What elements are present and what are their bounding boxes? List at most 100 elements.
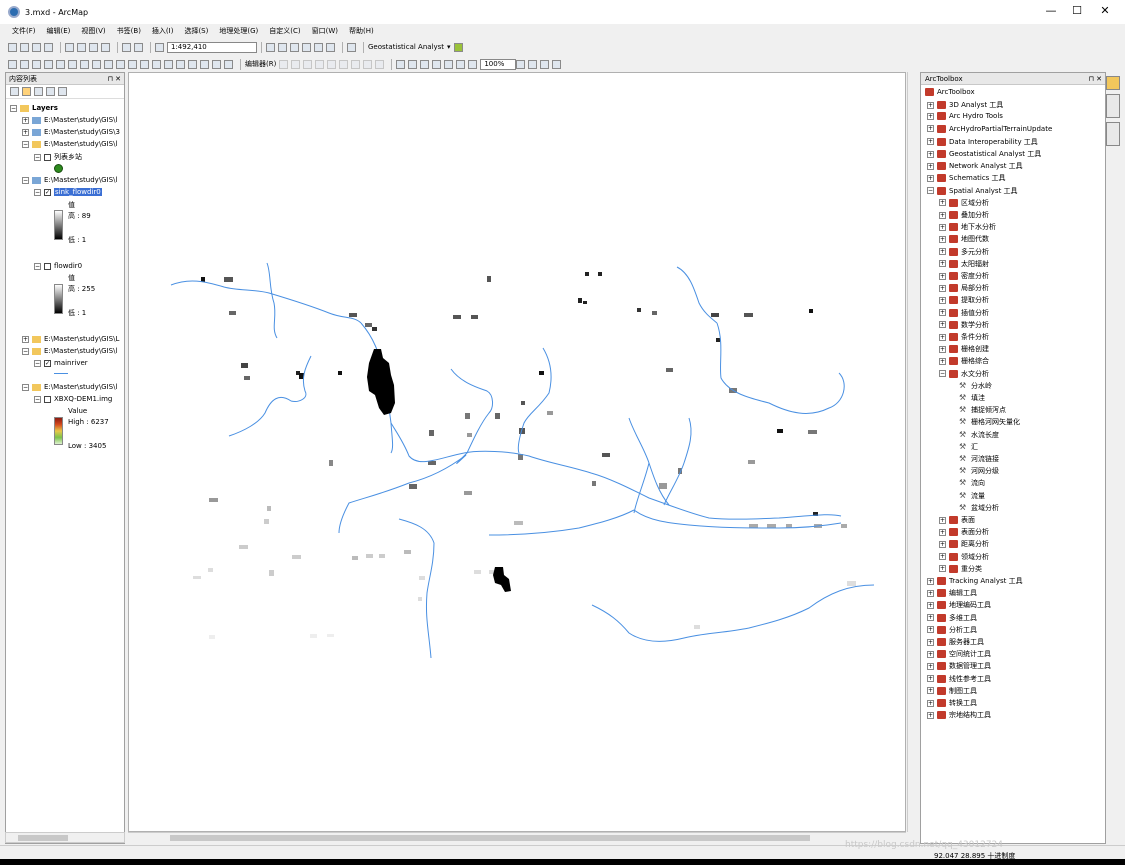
expand-icon[interactable]: + xyxy=(927,112,934,120)
editor-toolbar-icon[interactable] xyxy=(266,42,275,52)
zoom-out-icon[interactable] xyxy=(20,59,29,69)
expand-icon[interactable]: + xyxy=(927,150,934,158)
layout-forward-icon[interactable] xyxy=(468,59,478,69)
collapse-icon[interactable]: − xyxy=(34,153,41,161)
expand-icon[interactable]: + xyxy=(927,699,934,707)
toolbox-item[interactable]: + 制图工具 xyxy=(927,686,977,696)
redo-icon[interactable] xyxy=(134,42,143,52)
expand-icon[interactable]: + xyxy=(927,162,934,170)
select-features-icon[interactable] xyxy=(104,59,113,69)
html-popup-icon[interactable] xyxy=(164,59,173,69)
expand-icon[interactable]: + xyxy=(939,272,946,280)
toolbox-item[interactable]: − Spatial Analyst 工具 xyxy=(927,186,1018,196)
visibility-checkbox[interactable]: ✓ xyxy=(44,188,51,196)
hyperlink-icon[interactable] xyxy=(152,59,161,69)
expand-icon[interactable]: + xyxy=(939,260,946,268)
expand-icon[interactable]: + xyxy=(939,345,946,353)
hydrology-tool[interactable]: ⚒ 河网分级 xyxy=(959,466,999,476)
toolset-item[interactable]: + 栅格综合 xyxy=(939,356,989,366)
hydrology-tool[interactable]: ⚒ 栅格河网矢量化 xyxy=(959,417,1020,427)
toolset-item[interactable]: + 密度分析 xyxy=(939,271,989,281)
expand-icon[interactable]: + xyxy=(927,614,934,622)
change-layout-icon[interactable] xyxy=(540,59,550,69)
expand-icon[interactable]: + xyxy=(22,335,29,343)
cut-icon[interactable] xyxy=(65,42,74,52)
collapse-icon[interactable]: − xyxy=(22,140,29,148)
toolset-item[interactable]: + 局部分析 xyxy=(939,283,989,293)
toolset-item[interactable]: + 距离分析 xyxy=(939,539,989,549)
hydrology-tool[interactable]: ⚒ 捕捉倾泻点 xyxy=(959,405,1006,415)
expand-icon[interactable]: + xyxy=(939,516,946,524)
collapse-icon[interactable]: − xyxy=(939,370,946,378)
close-button[interactable]: ✕ xyxy=(1090,4,1120,17)
options-icon[interactable] xyxy=(58,87,67,96)
scroll-thumb[interactable] xyxy=(170,835,810,841)
toolset-item[interactable]: + 太阳辐射 xyxy=(939,259,989,269)
expand-icon[interactable]: + xyxy=(939,357,946,365)
layers-root[interactable]: − Layers xyxy=(10,104,58,112)
expand-icon[interactable]: + xyxy=(939,553,946,561)
menu-bookmarks[interactable]: 书签(B) xyxy=(117,26,141,36)
collapse-icon[interactable]: − xyxy=(927,187,934,195)
toc-layer-group[interactable]: − E:\Master\study\GIS\l xyxy=(22,140,117,148)
fixed-zoom-out-icon[interactable] xyxy=(68,59,77,69)
menu-insert[interactable]: 插入(I) xyxy=(152,26,174,36)
expand-icon[interactable]: + xyxy=(939,528,946,536)
toolbox-icon[interactable] xyxy=(314,42,323,52)
layout-pan-icon[interactable] xyxy=(420,59,430,69)
toolbox-item[interactable]: + Data Interoperability 工具 xyxy=(927,137,1038,147)
toc-layer-group[interactable]: + E:\Master\study\GIS\l xyxy=(22,116,117,124)
toolbox-item[interactable]: + 多维工具 xyxy=(927,613,977,623)
expand-icon[interactable]: + xyxy=(22,128,29,136)
expand-icon[interactable]: + xyxy=(939,333,946,341)
menu-view[interactable]: 视图(V) xyxy=(81,26,105,36)
toolbox-item[interactable]: + 宗地结构工具 xyxy=(927,710,991,720)
menu-file[interactable]: 文件(F) xyxy=(12,26,36,36)
toc-layer-group[interactable]: + E:\Master\study\GIS\3 xyxy=(22,128,120,136)
measure-icon[interactable] xyxy=(176,59,185,69)
toolset-item[interactable]: + 领域分析 xyxy=(939,552,989,562)
visibility-checkbox[interactable] xyxy=(44,262,51,270)
maximize-button[interactable]: ☐ xyxy=(1062,4,1092,17)
model-builder-icon[interactable] xyxy=(347,42,356,52)
list-by-drawing-order-icon[interactable] xyxy=(10,87,19,96)
toc-layer-group[interactable]: − E:\Master\study\GIS\l xyxy=(22,383,117,391)
toolbox-item[interactable]: +3D Analyst 工具 xyxy=(927,100,1003,110)
menu-geoprocessing[interactable]: 地理处理(G) xyxy=(219,26,258,36)
toolbox-item[interactable]: + Tracking Analyst 工具 xyxy=(927,576,1023,586)
layout-zoom-in-icon[interactable] xyxy=(396,59,406,69)
toolset-item[interactable]: + 表面分析 xyxy=(939,527,989,537)
menu-edit[interactable]: 编辑(E) xyxy=(47,26,71,36)
new-document-icon[interactable] xyxy=(8,42,17,52)
expand-icon[interactable]: + xyxy=(939,321,946,329)
toolbox-item[interactable]: + 数据管理工具 xyxy=(927,661,991,671)
expand-icon[interactable]: + xyxy=(939,540,946,548)
expand-icon[interactable]: + xyxy=(939,309,946,317)
toolbox-root[interactable]: ArcToolbox xyxy=(925,88,975,96)
toolset-item[interactable]: + 提取分析 xyxy=(939,295,989,305)
delete-icon[interactable] xyxy=(101,42,110,52)
undo-icon[interactable] xyxy=(122,42,131,52)
fixed-zoom-in-icon[interactable] xyxy=(56,59,65,69)
hydrology-tool[interactable]: ⚒ 盆域分析 xyxy=(959,503,999,513)
editor-menu[interactable]: 编辑器(R) xyxy=(245,59,276,69)
trace-icon[interactable] xyxy=(327,59,337,69)
expand-icon[interactable]: + xyxy=(927,687,934,695)
hydrology-tool[interactable]: ⚒ 流量 xyxy=(959,491,985,501)
menu-selection[interactable]: 选择(S) xyxy=(184,26,208,36)
map-horizontal-scrollbar[interactable] xyxy=(128,832,906,843)
pan-icon[interactable] xyxy=(32,59,41,69)
end-point-arc-icon[interactable] xyxy=(315,59,325,69)
toc-scrollbar[interactable] xyxy=(5,832,125,843)
map-scale-select[interactable]: 1:492,410 xyxy=(167,41,257,53)
edit-tool-icon[interactable] xyxy=(279,59,289,69)
search-tab[interactable] xyxy=(1106,122,1120,146)
save-icon[interactable] xyxy=(32,42,41,52)
toolset-item[interactable]: + 地图代数 xyxy=(939,234,989,244)
expand-icon[interactable]: + xyxy=(927,711,934,719)
find-icon[interactable] xyxy=(188,59,197,69)
map-canvas[interactable] xyxy=(129,73,906,832)
toolset-item[interactable]: + 地下水分析 xyxy=(939,222,996,232)
toc-layer-group[interactable]: + E:\Master\study\GIS\L xyxy=(22,335,119,343)
zoom-in-icon[interactable] xyxy=(8,59,17,69)
